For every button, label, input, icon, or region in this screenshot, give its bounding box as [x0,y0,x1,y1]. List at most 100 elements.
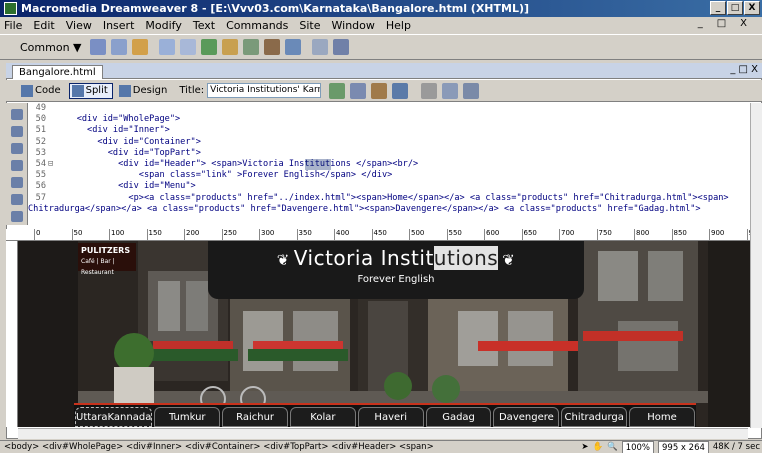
hyperlink-icon[interactable] [90,39,106,55]
highlight-invalid-icon[interactable] [10,211,23,222]
restaurant-sign-name: PULITZERS [81,246,131,255]
ruler-tick: 500 [409,229,424,240]
right-flourish-icon: ❦ [502,251,516,269]
nav-link-home[interactable]: Home [629,407,695,427]
email-link-icon[interactable] [111,39,127,55]
window-size-select[interactable]: 995 x 264 [658,441,709,453]
menu-file[interactable]: File [4,19,22,32]
globe-icon[interactable] [392,82,409,99]
comment-icon[interactable] [285,39,301,55]
window-title: Macromedia Dreamweaver 8 - [E:\Vvv03.com… [21,2,530,15]
code-line: 49 [28,103,762,114]
code-text: Chitradurga</span></a> <a class="product… [28,203,701,214]
open-documents-icon[interactable] [10,109,23,120]
preview-browser-icon[interactable] [350,82,367,99]
ruler-tick: 300 [259,229,274,240]
code-line: 52 <div id="Container"> [28,137,762,148]
vertical-scrollbar[interactable] [750,103,762,428]
split-view-label: Split [85,85,108,96]
menu-site[interactable]: Site [299,19,320,32]
ruler-tick: 200 [184,229,199,240]
nav-link-gadag[interactable]: Gadag [425,407,492,427]
line-number: 57 [35,192,46,203]
code-line: 51 <div id="Inner"> [28,125,762,136]
maximize-button[interactable]: □ [727,1,743,15]
debug-icon[interactable] [371,82,388,99]
nav-link-raichur[interactable]: Raichur [222,407,288,427]
table-icon[interactable] [159,39,175,55]
nav-link-chitradurga[interactable]: Chitradurga [561,407,628,427]
code-line: 53 <div id="TopPart"> [28,148,762,159]
nav-link-kolar[interactable]: Kolar [289,407,356,427]
collapse-tag-icon[interactable] [10,126,23,137]
document-window-controls: _ □ X [698,18,758,29]
status-right-panel: ➤ ✋ 🔍 100% 995 x 264 48K / 7 sec [581,441,760,453]
ruler-tick: 650 [521,229,537,240]
media-icon[interactable] [222,39,238,55]
doc-minimize-button[interactable]: _ [698,18,703,29]
doc-close-button[interactable]: X [740,18,747,29]
design-view-button[interactable]: Design [116,83,173,99]
nav-link-tumkur[interactable]: Tumkur [154,407,221,427]
document-tab-bangalore[interactable]: Bangalore.html [12,65,103,79]
nav-link-haveri[interactable]: Haveri [357,407,424,427]
page-title-field[interactable]: Victoria Institutions' Karnataka [207,83,322,98]
menu-insert[interactable]: Insert [103,19,135,32]
insert-category-dropdown[interactable]: Common ▼ [20,41,90,54]
ruler-tick: 250 [221,229,237,240]
menu-edit[interactable]: Edit [33,19,54,32]
menu-modify[interactable]: Modify [145,19,181,32]
code-text: <span class="link" >Forever English</spa… [56,170,393,181]
menu-text[interactable]: Text [193,19,215,32]
ruler-tick: 100 [109,229,124,240]
zoom-tool-icon[interactable]: 🔍 [607,441,618,453]
ruler-tick: 350 [296,229,312,240]
doc-restore-button[interactable]: □ [717,18,726,29]
nav-link-uttarakannada[interactable]: UttaraKannada [75,407,153,427]
line-numbers-icon[interactable] [10,194,23,205]
expand-all-icon[interactable] [10,143,23,154]
file-management-icon[interactable] [329,82,346,99]
coding-toolbar [6,103,28,225]
menu-help[interactable]: Help [386,19,411,32]
balance-braces-icon[interactable] [10,177,23,188]
named-anchor-icon[interactable] [132,39,148,55]
split-view-button[interactable]: Split [68,82,113,99]
split-view-icon [71,84,84,97]
design-view-label: Design [132,85,168,96]
menu-commands[interactable]: Commands [226,19,288,32]
code-text: <p><a class="products" href="../index.ht… [56,192,729,203]
menu-view[interactable]: View [66,19,92,32]
design-view[interactable]: PULITZERS Café | Bar | Restaurant ❦ Victo… [18,241,762,427]
layer-icon[interactable] [180,39,196,55]
visual-aids-icon[interactable] [463,82,480,99]
tag-chooser-icon[interactable] [333,39,349,55]
code-view-button[interactable]: Code [18,83,66,99]
templates-icon[interactable] [312,39,328,55]
ruler-tick: 850 [671,229,687,240]
nav-link-davengere[interactable]: Davengere [493,407,560,427]
view-options-icon[interactable] [442,82,459,99]
refresh-icon[interactable] [421,82,438,99]
minimize-button[interactable]: _ [710,1,726,15]
code-view[interactable]: 49 50 <div id="WholePage"> 51 <div id="I… [28,103,762,225]
insert-bar: Common ▼ [0,34,762,60]
menu-window[interactable]: Window [332,19,375,32]
close-button[interactable]: X [744,1,760,15]
collapse-marker-icon[interactable]: ⊟ [48,159,56,170]
dreamweaver-app-icon [4,2,17,15]
ruler-tick: 700 [559,229,574,240]
date-icon[interactable] [243,39,259,55]
zoom-level-select[interactable]: 100% [621,441,654,453]
horizontal-scrollbar[interactable] [18,428,748,439]
server-side-include-icon[interactable] [264,39,280,55]
hand-tool-icon[interactable]: ✋ [593,441,604,453]
window-controls: _ □ X [710,1,760,15]
code-text: <div id="Inner"> [56,125,170,136]
select-tool-icon[interactable]: ➤ [581,441,588,453]
image-icon[interactable] [201,39,217,55]
document-tab-controls[interactable]: _ □ X [730,64,758,75]
tag-selector-path[interactable]: <body> <div#WholePage> <div#Inner> <div#… [4,442,434,452]
select-parent-tag-icon[interactable] [10,160,23,171]
restaurant-sign-sub: Café | Bar | Restaurant [81,258,115,276]
